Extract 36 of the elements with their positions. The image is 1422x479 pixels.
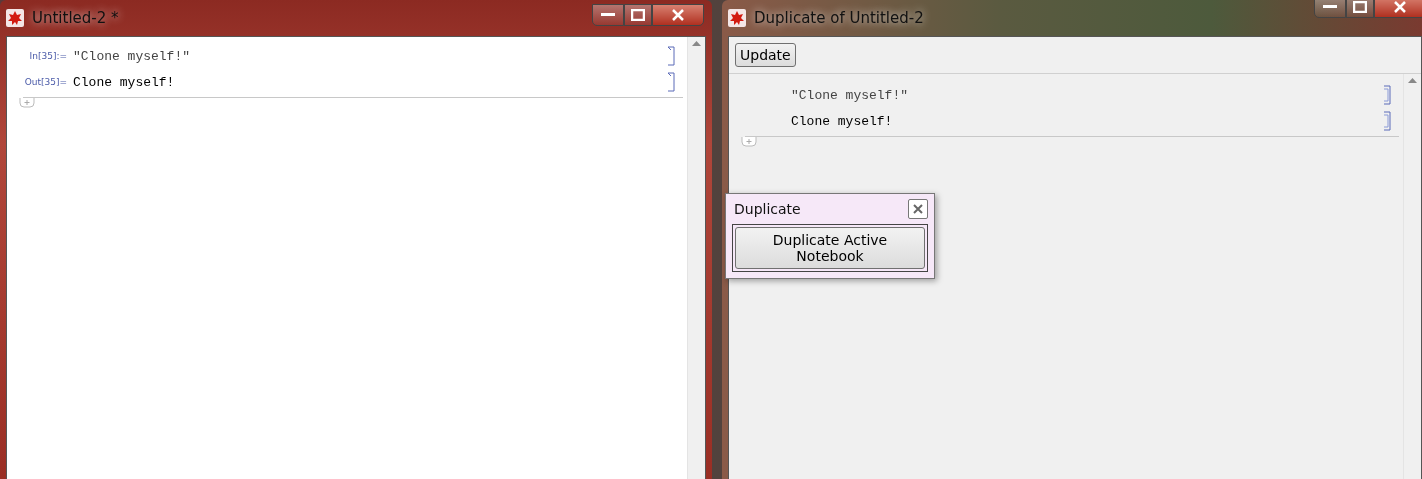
input-cell-text: "Clone myself!" xyxy=(791,87,910,103)
scroll-up-icon[interactable] xyxy=(1408,78,1417,83)
output-cell-text: Clone myself! xyxy=(791,113,894,129)
add-cell-icon[interactable] xyxy=(19,98,35,108)
duplicate-button[interactable]: Duplicate Active Notebook xyxy=(735,227,925,269)
close-icon xyxy=(912,203,924,215)
cell-bracket-icon xyxy=(667,72,677,92)
update-button[interactable]: Update xyxy=(735,43,796,67)
maximize-icon xyxy=(631,9,645,21)
app-icon xyxy=(728,9,746,27)
app-icon xyxy=(6,9,24,27)
close-button[interactable] xyxy=(652,4,704,26)
minimize-button[interactable] xyxy=(1314,0,1346,18)
minimize-icon xyxy=(1323,5,1337,9)
maximize-icon xyxy=(1353,1,1367,13)
palette-title: Duplicate xyxy=(733,201,801,217)
cell-label: In[35]:= xyxy=(28,51,68,61)
output-cell-text: Clone myself! xyxy=(73,74,176,90)
close-button[interactable] xyxy=(908,199,928,219)
maximize-button[interactable] xyxy=(1346,0,1374,18)
add-cell-icon[interactable] xyxy=(741,137,757,147)
scrollbar[interactable] xyxy=(687,37,705,479)
cell-bracket-icon xyxy=(1383,111,1393,131)
maximize-button[interactable] xyxy=(624,4,652,26)
close-button[interactable] xyxy=(1374,0,1422,18)
minimize-icon xyxy=(601,13,615,17)
window-title: Duplicate of Untitled-2 xyxy=(754,9,924,27)
input-cell-text: "Clone myself!" xyxy=(73,48,192,64)
window-title: Untitled-2 * xyxy=(32,9,119,27)
minimize-button[interactable] xyxy=(592,4,624,26)
close-icon xyxy=(1393,1,1407,13)
close-icon xyxy=(671,9,685,21)
cell-bracket-icon xyxy=(1383,85,1393,105)
cell-label: Out[35]= xyxy=(23,77,68,87)
scroll-up-icon[interactable] xyxy=(692,41,701,46)
cell-bracket-icon xyxy=(667,46,677,66)
